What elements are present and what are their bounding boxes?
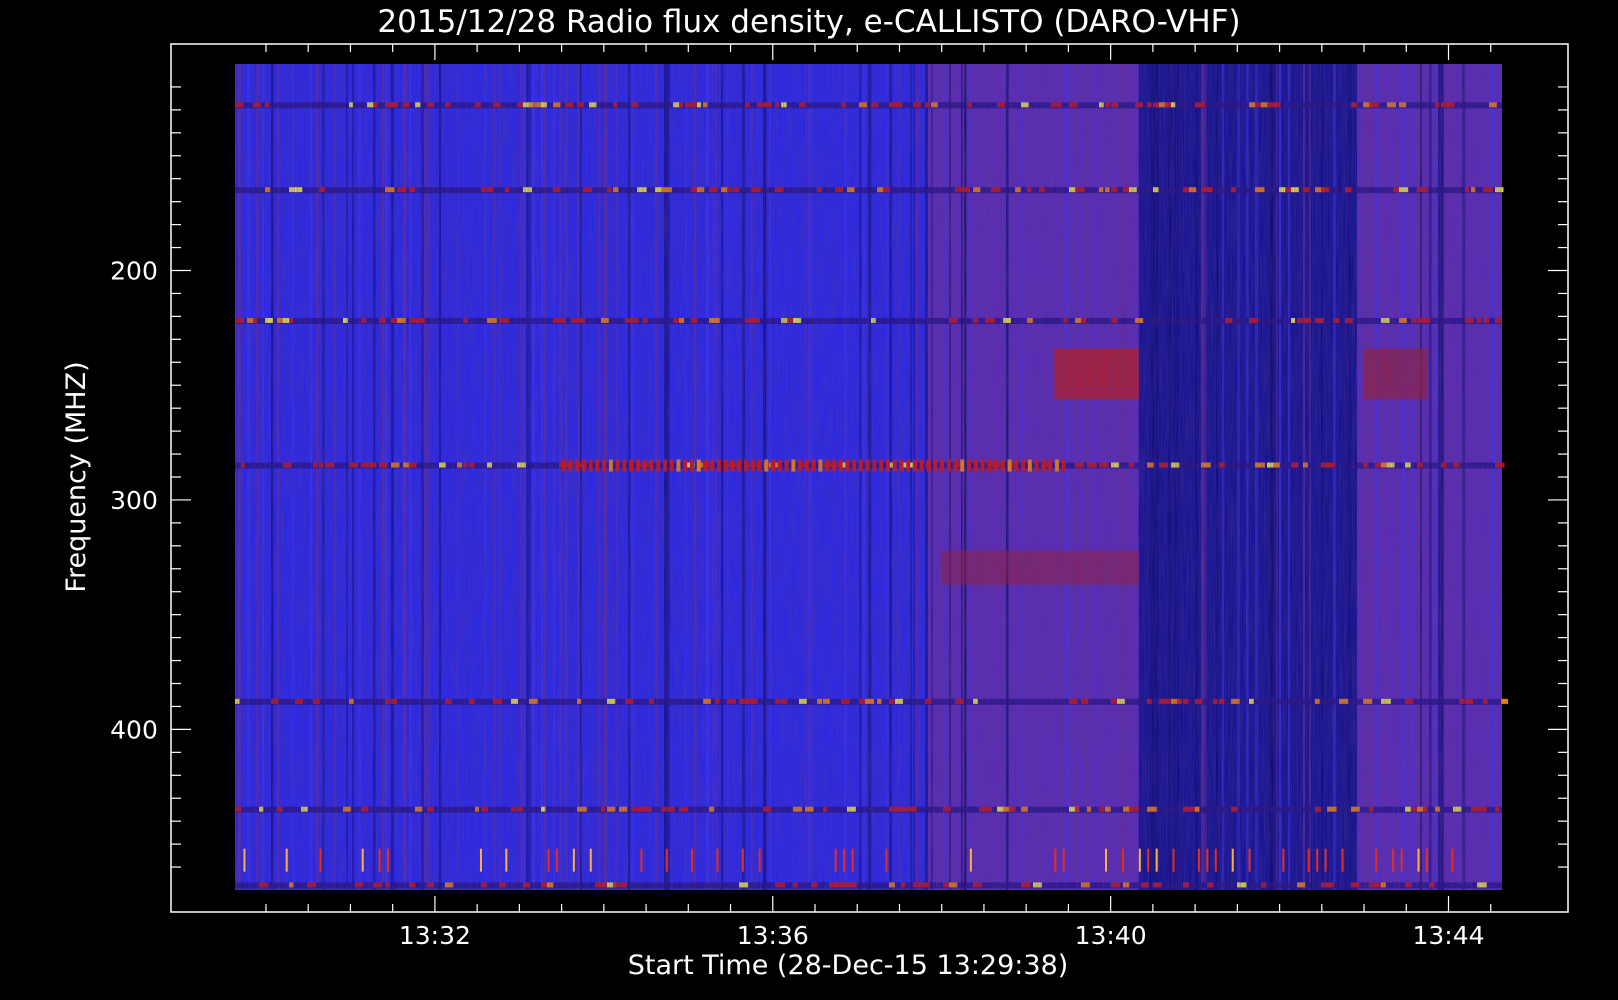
x-tick-label: 13:40 (1075, 921, 1147, 950)
bottom-burst (1054, 848, 1057, 872)
bottom-burst (1400, 848, 1403, 872)
bottom-burst (319, 848, 322, 872)
bottom-burst (1392, 848, 1395, 872)
bottom-burst (1231, 848, 1234, 872)
y-axis-label: Frequency (MHZ) (61, 361, 92, 592)
y-tick-label: 200 (110, 257, 158, 286)
bottom-burst (741, 848, 744, 872)
bottom-burst (1417, 848, 1420, 872)
bottom-burst (1138, 848, 1141, 872)
y-tick-labels: 200 300 400 (110, 257, 158, 745)
bottom-burst (1147, 848, 1150, 872)
bottom-burst (387, 848, 390, 872)
heatmap-area (235, 64, 1509, 890)
bottom-burst (1062, 848, 1065, 872)
bottom-burst (1324, 848, 1327, 872)
bottom-burst (1341, 848, 1344, 872)
x-tick-label: 13:36 (737, 921, 809, 950)
bottom-burst (1121, 848, 1124, 872)
bottom-burst (361, 848, 364, 872)
bottom-burst (969, 848, 972, 872)
chart-title: 2015/12/28 Radio flux density, e-CALLIST… (377, 4, 1240, 40)
bottom-burst (547, 848, 550, 872)
bottom-burst (758, 848, 761, 872)
bottom-burst (1197, 848, 1200, 872)
x-tick-labels: 13:32 13:36 13:40 13:44 (399, 921, 1485, 950)
bottom-burst (1105, 848, 1108, 872)
bottom-burst (378, 848, 381, 872)
bottom-burst (1248, 848, 1251, 872)
bottom-burst (1282, 848, 1285, 872)
noise-overlay (235, 64, 1502, 890)
bottom-burst (555, 848, 558, 872)
bottom-burst (243, 848, 246, 872)
bottom-burst (1206, 848, 1209, 872)
bottom-burst (1214, 848, 1217, 872)
bottom-burst (665, 848, 668, 872)
band-speckle (1501, 698, 1509, 704)
bottom-burst (285, 848, 288, 872)
bottom-burst (640, 848, 643, 872)
bottom-burst (572, 848, 575, 872)
bottom-burst (851, 848, 854, 872)
bottom-burst (1425, 848, 1428, 872)
bottom-burst (716, 848, 719, 872)
bottom-burst (1155, 848, 1158, 872)
y-tick-label: 400 (110, 715, 158, 744)
bottom-burst (1307, 848, 1310, 872)
x-tick-label: 13:44 (1412, 921, 1484, 950)
bottom-burst (1172, 848, 1175, 872)
bottom-burst (843, 848, 846, 872)
bottom-burst (1316, 848, 1319, 872)
bottom-burst (505, 848, 508, 872)
bottom-burst (885, 848, 888, 872)
x-tick-label: 13:32 (399, 921, 471, 950)
bottom-burst (1375, 848, 1378, 872)
bottom-burst (1451, 848, 1454, 872)
bottom-burst (691, 848, 694, 872)
x-axis-label: Start Time (28-Dec-15 13:29:38) (628, 950, 1069, 981)
bottom-burst (479, 848, 482, 872)
bottom-burst (834, 848, 837, 872)
bottom-burst (589, 848, 592, 872)
spectrogram-chart: 2015/12/28 Radio flux density, e-CALLIST… (61, 4, 1569, 981)
y-tick-label: 300 (110, 486, 158, 515)
